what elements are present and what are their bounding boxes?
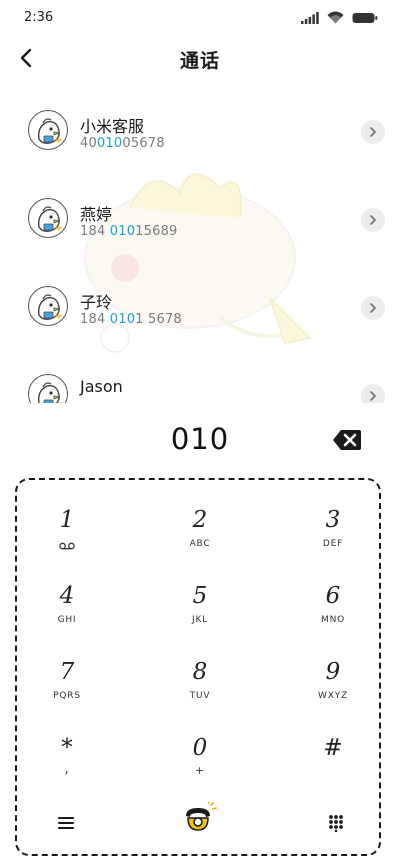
contact-number: 184 0101 5678: [80, 312, 182, 327]
duck-avatar-icon: [37, 382, 62, 403]
number-suffix: 1 5678: [135, 312, 182, 327]
number-match-highlight: 010: [96, 136, 123, 151]
duck-avatar-icon: [37, 294, 62, 320]
chevron-right-icon: [370, 303, 376, 313]
number-suffix: 15689: [135, 224, 178, 239]
key-digit: 3: [325, 507, 341, 533]
key-letters: ,: [64, 762, 70, 777]
contact-number: 184 01015689: [80, 224, 178, 239]
number-match-highlight: 010: [109, 224, 136, 239]
status-time: 2:36: [24, 10, 54, 25]
contact-detail-button[interactable]: [361, 208, 385, 232]
key-digit: #: [323, 735, 343, 761]
key-digit: 0: [192, 735, 208, 761]
number-prefix: 40: [80, 136, 97, 151]
avatar: [28, 198, 68, 238]
avatar: [28, 286, 68, 326]
number-match-highlight: 010: [109, 312, 136, 327]
dialpad-toggle-button[interactable]: [311, 803, 361, 843]
wifi-icon: [327, 11, 344, 24]
key-2[interactable]: 2 ABC: [145, 492, 255, 558]
contact-row[interactable]: 小米客服 4001005678: [0, 88, 400, 176]
key-6[interactable]: 6 MNO: [278, 568, 388, 634]
avatar: [28, 110, 68, 150]
contact-row[interactable]: 燕婷 184 01015689: [0, 176, 400, 264]
dialpad-icon: [329, 815, 343, 832]
status-icons: [301, 11, 378, 24]
key-9[interactable]: 9 WXYZ: [278, 644, 388, 710]
duck-avatar-icon: [37, 118, 62, 144]
contact-row[interactable]: Jason: [0, 352, 400, 403]
number-prefix: 184: [80, 312, 110, 327]
contact-detail-button[interactable]: [361, 384, 385, 403]
key-5[interactable]: 5 JKL: [145, 568, 255, 634]
signal-icon: [301, 11, 319, 24]
key-3[interactable]: 3 DEF: [278, 492, 388, 558]
backspace-button[interactable]: [332, 429, 362, 451]
key-letters: ABC: [189, 539, 211, 549]
key-7[interactable]: 7 PQRS: [12, 644, 122, 710]
contact-detail-button[interactable]: [361, 296, 385, 320]
contact-row[interactable]: 子玲 184 0101 5678: [0, 264, 400, 352]
key-digit: 8: [192, 659, 208, 685]
key-letters: +: [194, 764, 206, 777]
contact-name: 小米客服: [80, 117, 145, 136]
key-digit: 7: [59, 659, 75, 685]
key-4[interactable]: 4 GHI: [12, 568, 122, 634]
number-suffix: 05678: [122, 136, 165, 151]
voicemail-icon: [59, 542, 75, 550]
key-hash[interactable]: #: [278, 720, 388, 786]
menu-icon: [58, 817, 74, 829]
dial-keypad: 1 2 ABC 3 DEF 4 GHI 5 JKL 6 MNO 7 PQRS 8…: [15, 478, 381, 856]
key-digit: 6: [325, 583, 341, 609]
contact-number: 4001005678: [80, 136, 165, 151]
duck-avatar-icon: [37, 206, 62, 232]
menu-button[interactable]: [41, 803, 91, 843]
number-prefix: 184: [80, 224, 110, 239]
backspace-icon: [333, 430, 361, 450]
contact-name: 燕婷: [80, 205, 113, 224]
chevron-right-icon: [370, 391, 376, 401]
key-letters: DEF: [322, 539, 344, 549]
key-0[interactable]: 0 +: [145, 720, 255, 786]
key-star[interactable]: * ,: [12, 720, 122, 786]
battery-icon: [352, 12, 378, 23]
header: 通话: [0, 36, 400, 82]
dial-display: 010: [0, 414, 400, 464]
call-button[interactable]: [175, 798, 225, 838]
key-letters: JKL: [192, 615, 208, 625]
contact-name: Jason: [80, 377, 123, 396]
key-digit: 1: [59, 507, 75, 533]
status-bar: 2:36: [0, 0, 400, 36]
chevron-right-icon: [370, 127, 376, 137]
avatar: [28, 374, 68, 403]
page-title: 通话: [179, 50, 220, 72]
key-letters: TUV: [189, 691, 211, 701]
contact-detail-button[interactable]: [361, 120, 385, 144]
contact-name: 子玲: [80, 293, 113, 312]
key-digit: 9: [325, 659, 341, 685]
key-digit: 5: [192, 583, 208, 609]
dialer-screen: 2:36 通话 小米客服 4001005678 燕婷 184 01015689 …: [0, 0, 400, 866]
chevron-right-icon: [370, 215, 376, 225]
key-1[interactable]: 1: [12, 492, 122, 558]
key-letters: PQRS: [53, 691, 81, 701]
key-letters: GHI: [57, 615, 77, 625]
key-digit: 4: [59, 583, 75, 609]
key-letters: MNO: [321, 615, 345, 625]
phone-call-icon: [186, 802, 217, 831]
key-digit: 2: [192, 507, 208, 533]
key-digit: *: [61, 735, 73, 761]
key-letters: WXYZ: [318, 691, 348, 701]
key-8[interactable]: 8 TUV: [145, 644, 255, 710]
contact-list: 小米客服 4001005678 燕婷 184 01015689 子玲 184 0…: [0, 88, 400, 403]
